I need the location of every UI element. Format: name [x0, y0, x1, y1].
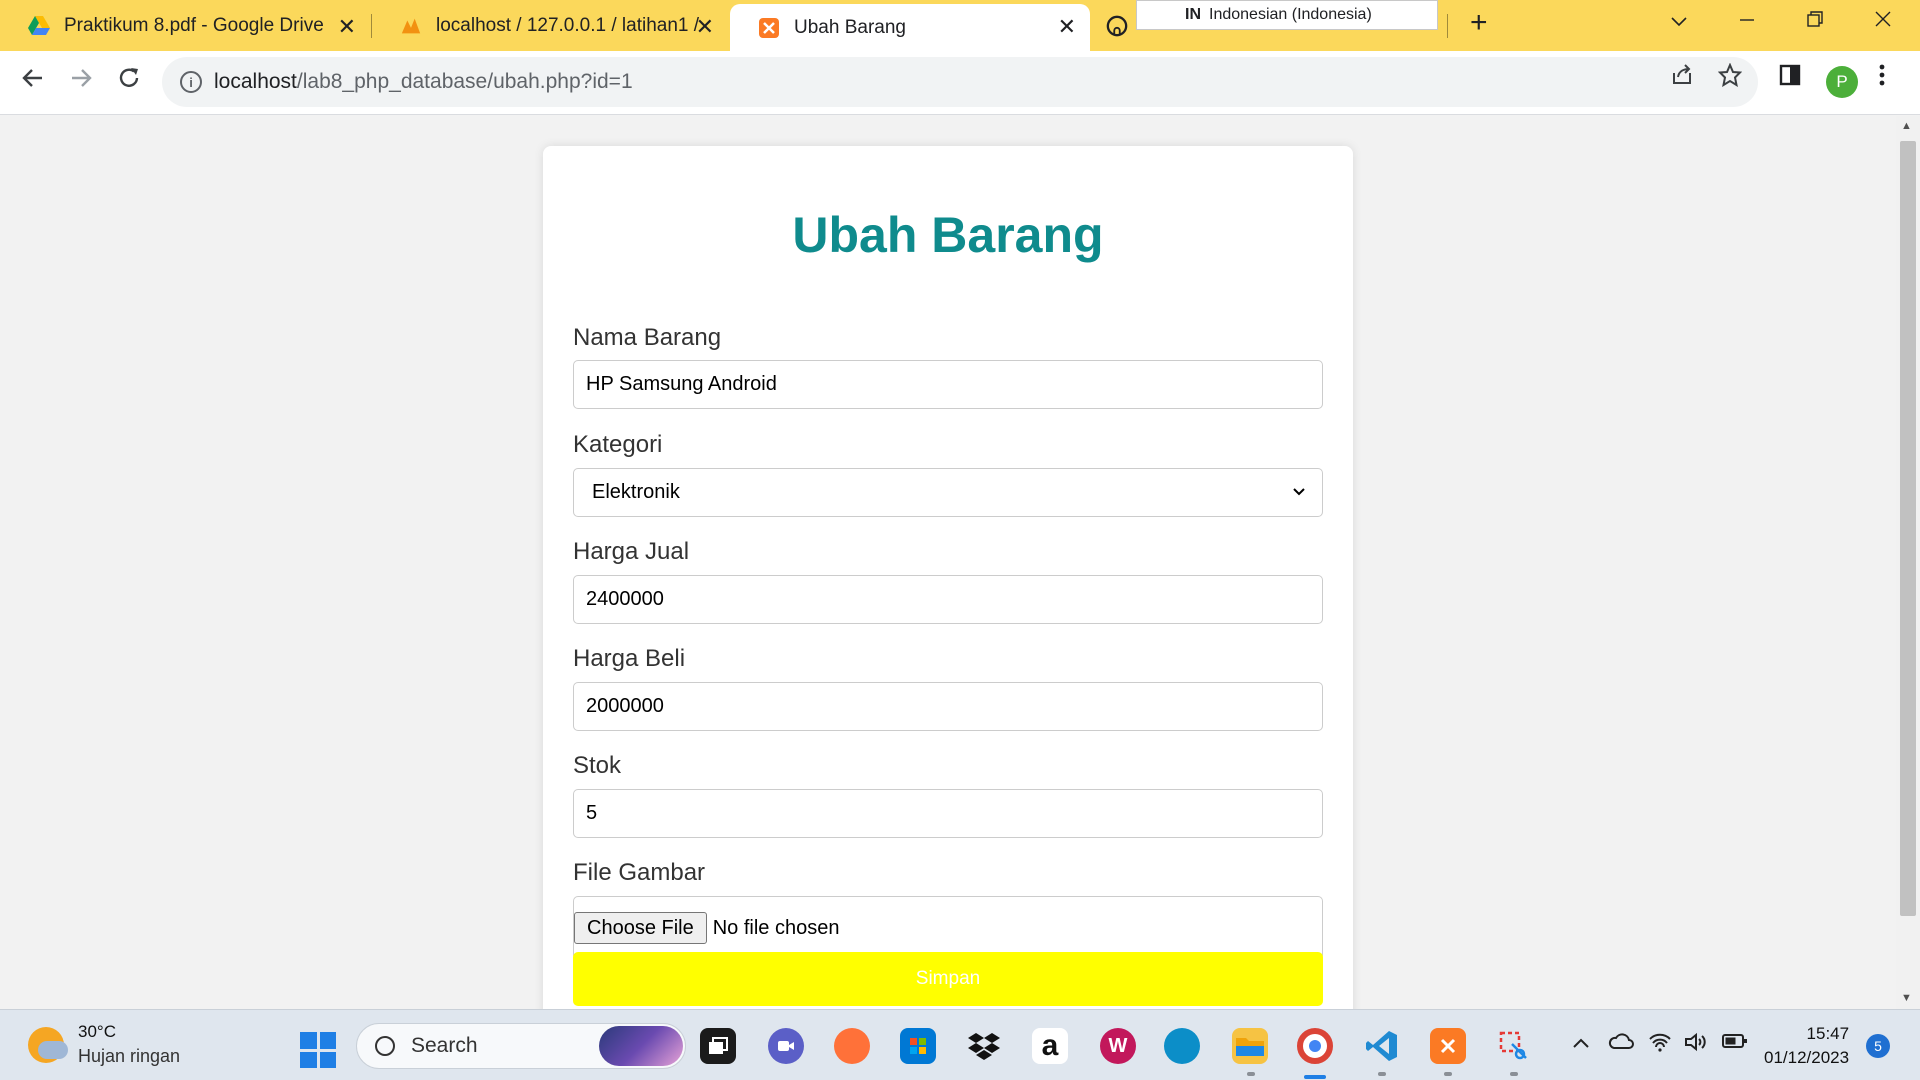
taskbar-search[interactable]: Search: [356, 1023, 686, 1069]
forward-button[interactable]: [68, 65, 94, 98]
edge-icon[interactable]: [1164, 1028, 1200, 1064]
harga-beli-label: Harga Beli: [573, 645, 686, 672]
weather-temp: 30°C: [78, 1022, 116, 1041]
url-text[interactable]: localhost/lab8_php_database/ubah.php?id=…: [214, 70, 633, 94]
snipping-tool-icon[interactable]: [1496, 1028, 1532, 1064]
running-indicator: [1444, 1072, 1452, 1076]
kategori-label: Kategori: [573, 431, 663, 458]
teams-chat-icon[interactable]: [768, 1028, 804, 1064]
bookmark-star-icon[interactable]: [1717, 62, 1743, 94]
tab-title: localhost / 127.0.0.1 / latihan1 /: [436, 14, 700, 36]
close-icon[interactable]: ✕: [338, 14, 356, 40]
nama-barang-input[interactable]: HP Samsung Android: [573, 360, 1323, 409]
file-gambar-input: Choose File No file chosen: [573, 896, 1323, 960]
wps-office-icon[interactable]: W: [1100, 1028, 1136, 1064]
file-status-text: No file chosen: [712, 916, 840, 939]
language-code: IN: [1185, 6, 1201, 23]
active-indicator: [1304, 1075, 1326, 1079]
weather-icon: [28, 1026, 68, 1063]
search-highlight-image: [599, 1026, 683, 1066]
page-viewport: Ubah Barang Nama Barang HP Samsung Andro…: [0, 116, 1896, 1009]
chrome-icon[interactable]: [1297, 1028, 1333, 1064]
stok-label: Stok: [573, 752, 622, 779]
tab-separator: [1447, 14, 1448, 38]
firefox-icon[interactable]: [834, 1028, 870, 1064]
notification-badge[interactable]: 5: [1866, 1034, 1890, 1058]
chevron-down-icon: [1292, 484, 1306, 502]
volume-icon[interactable]: [1684, 1032, 1708, 1058]
google-drive-icon: [28, 15, 50, 37]
page-title: Ubah Barang: [792, 207, 1104, 263]
address-bar[interactable]: i localhost/lab8_php_database/ubah.php?i…: [162, 57, 1758, 107]
weather-desc: Hujan ringan: [78, 1046, 181, 1066]
url-path: /lab8_php_database/ubah.php?id=1: [296, 70, 633, 93]
running-indicator: [1510, 1072, 1518, 1076]
back-button[interactable]: [20, 65, 46, 98]
tab-title: Praktikum 8.pdf - Google Drive: [64, 14, 324, 36]
system-clock[interactable]: 15:47 01/12/2023: [1764, 1022, 1849, 1070]
tab-github[interactable]: [1094, 0, 1134, 51]
choose-file-button[interactable]: Choose File: [574, 912, 707, 944]
site-info-icon[interactable]: i: [180, 71, 202, 93]
clock-time: 15:47: [1806, 1024, 1850, 1043]
nama-barang-label: Nama Barang: [573, 324, 722, 351]
tab-strip: Praktikum 8.pdf - Google Drive ✕ localho…: [0, 0, 1920, 51]
xampp-icon: [758, 17, 780, 39]
harga-beli-input[interactable]: 2000000: [573, 682, 1323, 731]
language-label: Indonesian (Indonesia): [1209, 6, 1372, 23]
form-card: Ubah Barang Nama Barang HP Samsung Andro…: [543, 146, 1353, 1009]
url-host: localhost: [214, 70, 297, 93]
simpan-button[interactable]: Simpan: [573, 952, 1323, 1006]
weather-widget[interactable]: 30°C Hujan ringan: [28, 1022, 180, 1067]
chevron-up-icon[interactable]: [1572, 1032, 1590, 1055]
harga-jual-input[interactable]: 2400000: [573, 575, 1323, 624]
amazon-icon[interactable]: a: [1032, 1028, 1068, 1064]
dropbox-icon[interactable]: [966, 1028, 1002, 1064]
scroll-down-arrow-icon[interactable]: ▼: [1901, 992, 1912, 1004]
restore-icon[interactable]: [1806, 8, 1824, 34]
tab-search-chevron-icon[interactable]: [1670, 8, 1688, 34]
close-icon[interactable]: ✕: [696, 14, 714, 40]
reload-button[interactable]: [116, 65, 142, 98]
tab-google-drive[interactable]: Praktikum 8.pdf - Google Drive ✕: [0, 0, 370, 51]
wifi-icon[interactable]: [1648, 1032, 1672, 1058]
taskbar: 30°C Hujan ringan Search a W 15:47 01/12…: [0, 1009, 1920, 1080]
onedrive-cloud-icon[interactable]: [1608, 1032, 1634, 1056]
tab-phpmyadmin[interactable]: localhost / 127.0.0.1 / latihan1 / ✕: [372, 0, 728, 51]
search-icon: [375, 1036, 395, 1056]
stok-input[interactable]: 5: [573, 789, 1323, 838]
menu-dots-icon[interactable]: [1878, 63, 1886, 94]
kategori-select[interactable]: Elektronik: [573, 468, 1323, 517]
kategori-value: Elektronik: [592, 481, 680, 503]
running-indicator: [1247, 1072, 1255, 1076]
harga-jual-label: Harga Jual: [573, 538, 690, 565]
xampp-icon[interactable]: [1430, 1028, 1466, 1064]
new-tab-button[interactable]: +: [1470, 6, 1488, 40]
browser-toolbar: i localhost/lab8_php_database/ubah.php?i…: [0, 51, 1920, 115]
window-close-icon[interactable]: [1874, 8, 1892, 34]
file-explorer-icon[interactable]: [1232, 1028, 1268, 1064]
vscode-icon[interactable]: [1364, 1028, 1400, 1064]
minimize-icon[interactable]: [1738, 8, 1756, 34]
language-popup: IN Indonesian (Indonesia): [1136, 0, 1438, 30]
microsoft-store-icon[interactable]: [900, 1028, 936, 1064]
profile-avatar[interactable]: P: [1826, 66, 1858, 98]
task-view-icon[interactable]: [700, 1028, 736, 1064]
tab-title: Ubah Barang: [794, 16, 906, 38]
battery-icon[interactable]: [1722, 1032, 1748, 1055]
tab-ubah-barang[interactable]: Ubah Barang ✕: [730, 4, 1090, 51]
start-button[interactable]: [300, 1032, 336, 1068]
close-icon[interactable]: ✕: [1058, 14, 1076, 40]
share-icon[interactable]: [1670, 63, 1694, 94]
scroll-up-arrow-icon[interactable]: ▲: [1901, 120, 1912, 132]
phpmyadmin-icon: [400, 15, 422, 37]
running-indicator: [1378, 1072, 1386, 1076]
side-panel-icon[interactable]: [1778, 63, 1802, 94]
clock-date: 01/12/2023: [1764, 1048, 1850, 1067]
file-gambar-label: File Gambar: [573, 859, 706, 886]
scrollbar-thumb[interactable]: [1900, 141, 1916, 916]
search-placeholder: Search: [411, 1034, 478, 1057]
github-icon: [1106, 15, 1128, 37]
